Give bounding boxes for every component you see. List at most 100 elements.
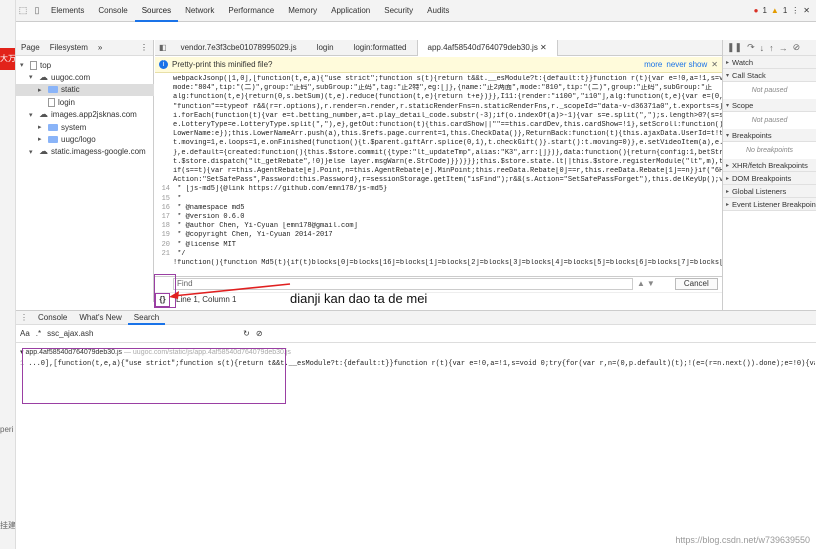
page-text-bottom: 挂建声 bbox=[0, 521, 16, 530]
code-line: !function(){function Md5(t){if(t)blocks[… bbox=[173, 259, 722, 267]
tab-filesystem[interactable]: Filesystem bbox=[45, 43, 93, 52]
sidebar-section[interactable]: ▾ Call Stack bbox=[723, 69, 816, 82]
expand-arrow-icon: ▾ bbox=[29, 74, 33, 82]
tree-item-label: system bbox=[61, 122, 87, 132]
find-next-icon[interactable]: ▼ bbox=[647, 279, 655, 288]
inspect-icon[interactable]: ⬚ bbox=[16, 0, 30, 22]
expand-arrow-icon: ▸ bbox=[38, 86, 42, 94]
page-text: peri bbox=[0, 425, 14, 434]
drawer-tab[interactable]: Search bbox=[127, 311, 166, 325]
sidebar-section[interactable]: ▸ Watch bbox=[723, 56, 816, 69]
tree-item[interactable]: ▾ top bbox=[16, 59, 154, 71]
step-into-icon[interactable]: ↓ bbox=[760, 43, 765, 53]
code-line: t.$store.dispatch("lt_getRebate",!0)}els… bbox=[173, 157, 722, 166]
tree-item-label: static.imagess-google.com bbox=[51, 147, 146, 157]
pretty-print-bar: i Pretty-print this minified file? more … bbox=[155, 57, 722, 73]
editor-tab[interactable]: vendor.7e3f3cbe01078995029.js bbox=[171, 40, 307, 56]
close-devtools-icon[interactable]: ✕ bbox=[803, 6, 810, 15]
expand-arrow-icon: ▾ bbox=[726, 72, 730, 79]
issue-counters[interactable]: ● 1 ▲ 1 ⋮ ✕ bbox=[754, 6, 816, 15]
tree-item[interactable]: ▸ system bbox=[16, 121, 154, 133]
folder-icon bbox=[48, 123, 58, 131]
editor-tab[interactable]: app.4af58540d764079deb30.js ✕ bbox=[416, 39, 558, 56]
expand-arrow-icon: ▾ bbox=[29, 148, 33, 156]
tab-page[interactable]: Page bbox=[16, 43, 45, 52]
frame-icon bbox=[30, 60, 37, 70]
navigator-menu-icon[interactable]: ⋮ bbox=[135, 43, 153, 52]
tab-performance[interactable]: Performance bbox=[221, 0, 281, 22]
info-icon: i bbox=[159, 60, 168, 69]
clear-icon[interactable]: ⊘ bbox=[256, 329, 263, 338]
code-line: 20 * @license MIT bbox=[161, 240, 237, 249]
find-cancel-button[interactable]: Cancel bbox=[674, 277, 718, 290]
tree-item[interactable]: ▸ uugc/logo bbox=[16, 133, 154, 145]
sidebar-section[interactable]: ▾ Breakpoints bbox=[723, 129, 816, 142]
toggle-navigator-icon[interactable]: ◧ bbox=[155, 43, 171, 52]
more-tabs-icon[interactable]: » bbox=[93, 43, 107, 52]
device-toolbar-icon[interactable]: ▯ bbox=[30, 0, 44, 22]
tree-item[interactable]: ▾ ☁ uugoc.com bbox=[16, 71, 154, 83]
warning-count: 1 bbox=[782, 6, 788, 15]
error-icon: ● bbox=[753, 6, 759, 15]
drawer-tab[interactable]: Console bbox=[32, 311, 73, 325]
editor-tab[interactable]: login:formatted bbox=[344, 40, 417, 56]
editor-tab[interactable]: login bbox=[307, 40, 344, 56]
code-line: LowerName:e});this.LowerNameArr.push(a),… bbox=[173, 130, 722, 139]
code-line: 15 * bbox=[161, 194, 182, 203]
pause-icon[interactable]: ❚❚ bbox=[727, 42, 742, 53]
step-icon[interactable]: → bbox=[779, 43, 788, 53]
code-line: if(s==t){var r=this.AgentRebate[e].Point… bbox=[173, 167, 722, 175]
tree-item[interactable]: login bbox=[16, 96, 154, 108]
step-out-icon[interactable]: ↑ bbox=[769, 43, 774, 53]
pretty-more-link[interactable]: more bbox=[644, 60, 662, 69]
close-tab-icon[interactable]: ✕ bbox=[538, 43, 547, 52]
tab-audits[interactable]: Audits bbox=[420, 0, 456, 22]
search-toolbar: Aa .* ssc_ajax.ash ↻ ⊘ bbox=[16, 325, 816, 343]
pretty-print-message: Pretty-print this minified file? bbox=[172, 60, 273, 69]
sources-navigator: Page Filesystem » ⋮ ▾ top ▾ ☁ uugoc.com ▸ stat… bbox=[16, 40, 154, 302]
tab-sources[interactable]: Sources bbox=[134, 0, 179, 22]
panel-tabs: Elements Console Sources Network Performance… bbox=[44, 0, 456, 22]
drawer: ⋮ Console What's New Search Aa .* ssc_ajax… bbox=[16, 310, 816, 549]
pretty-never-link[interactable]: never show bbox=[666, 60, 707, 69]
regex-toggle[interactable]: .* bbox=[36, 329, 41, 338]
tree-item[interactable]: ▸ static bbox=[16, 83, 154, 96]
debugger-sidebar: ❚❚ ↷ ↓ ↑ → ⊘ ▸ Watch ▾ Call Stack Not paused… bbox=[722, 40, 816, 310]
code-line: "function"==typeof r&&(r=r.options),r.re… bbox=[173, 102, 722, 111]
sidebar-section[interactable]: ▸ DOM Breakpoints bbox=[723, 172, 816, 185]
tree-item[interactable]: ▾ ☁ images.app2jsknas.com bbox=[16, 109, 154, 121]
search-input[interactable]: ssc_ajax.ash bbox=[47, 328, 237, 340]
deactivate-breakpoints-icon[interactable]: ⊘ bbox=[793, 42, 801, 53]
code-editor[interactable]: webpackJsonp([1,0],[function(t,e,a){"use… bbox=[155, 73, 722, 268]
close-bar-icon[interactable]: ✕ bbox=[711, 60, 722, 69]
sidebar-section[interactable]: ▸ Global Listeners bbox=[723, 185, 816, 198]
tab-console[interactable]: Console bbox=[91, 0, 134, 22]
sidebar-section-body: Not paused bbox=[751, 87, 788, 94]
code-line: webpackJsonp([1,0],[function(t,e,a){"use… bbox=[173, 75, 722, 83]
find-prev-icon[interactable]: ▲ bbox=[637, 279, 645, 288]
sidebar-section[interactable]: ▾ Scope bbox=[723, 99, 816, 112]
tab-elements[interactable]: Elements bbox=[44, 0, 91, 22]
tab-network[interactable]: Network bbox=[178, 0, 221, 22]
tab-application[interactable]: Application bbox=[324, 0, 377, 22]
drawer-tabs: ⋮ Console What's New Search bbox=[16, 311, 816, 325]
expand-arrow-icon: ▸ bbox=[38, 136, 42, 144]
drawer-tab[interactable]: What's New bbox=[73, 311, 127, 325]
code-line: Action:"SetSafePass",Password:this.Passw… bbox=[173, 176, 722, 185]
code-line: 14 * [js-md5]{@link https://github.com/e… bbox=[161, 185, 388, 194]
tree-item[interactable]: ▾ ☁ static.imagess-google.com bbox=[16, 146, 154, 158]
tab-security[interactable]: Security bbox=[377, 0, 420, 22]
match-case-toggle[interactable]: Aa bbox=[20, 329, 30, 338]
sidebar-section[interactable]: ▸ Event Listener Breakpoints bbox=[723, 198, 816, 211]
drawer-menu-icon[interactable]: ⋮ bbox=[16, 313, 32, 322]
more-menu-icon[interactable]: ⋮ bbox=[791, 6, 799, 15]
tab-memory[interactable]: Memory bbox=[281, 0, 324, 22]
step-over-icon[interactable]: ↷ bbox=[747, 42, 755, 53]
refresh-icon[interactable]: ↻ bbox=[243, 329, 250, 338]
code-line: e.LotteryType=e.LotteryType.split(","),e… bbox=[173, 121, 722, 129]
annotation-arrow bbox=[169, 283, 291, 299]
expand-arrow-icon: ▾ bbox=[726, 102, 730, 109]
warning-icon: ▲ bbox=[770, 6, 779, 15]
sidebar-section[interactable]: ▸ XHR/fetch Breakpoints bbox=[723, 159, 816, 172]
folder-icon bbox=[48, 86, 58, 94]
